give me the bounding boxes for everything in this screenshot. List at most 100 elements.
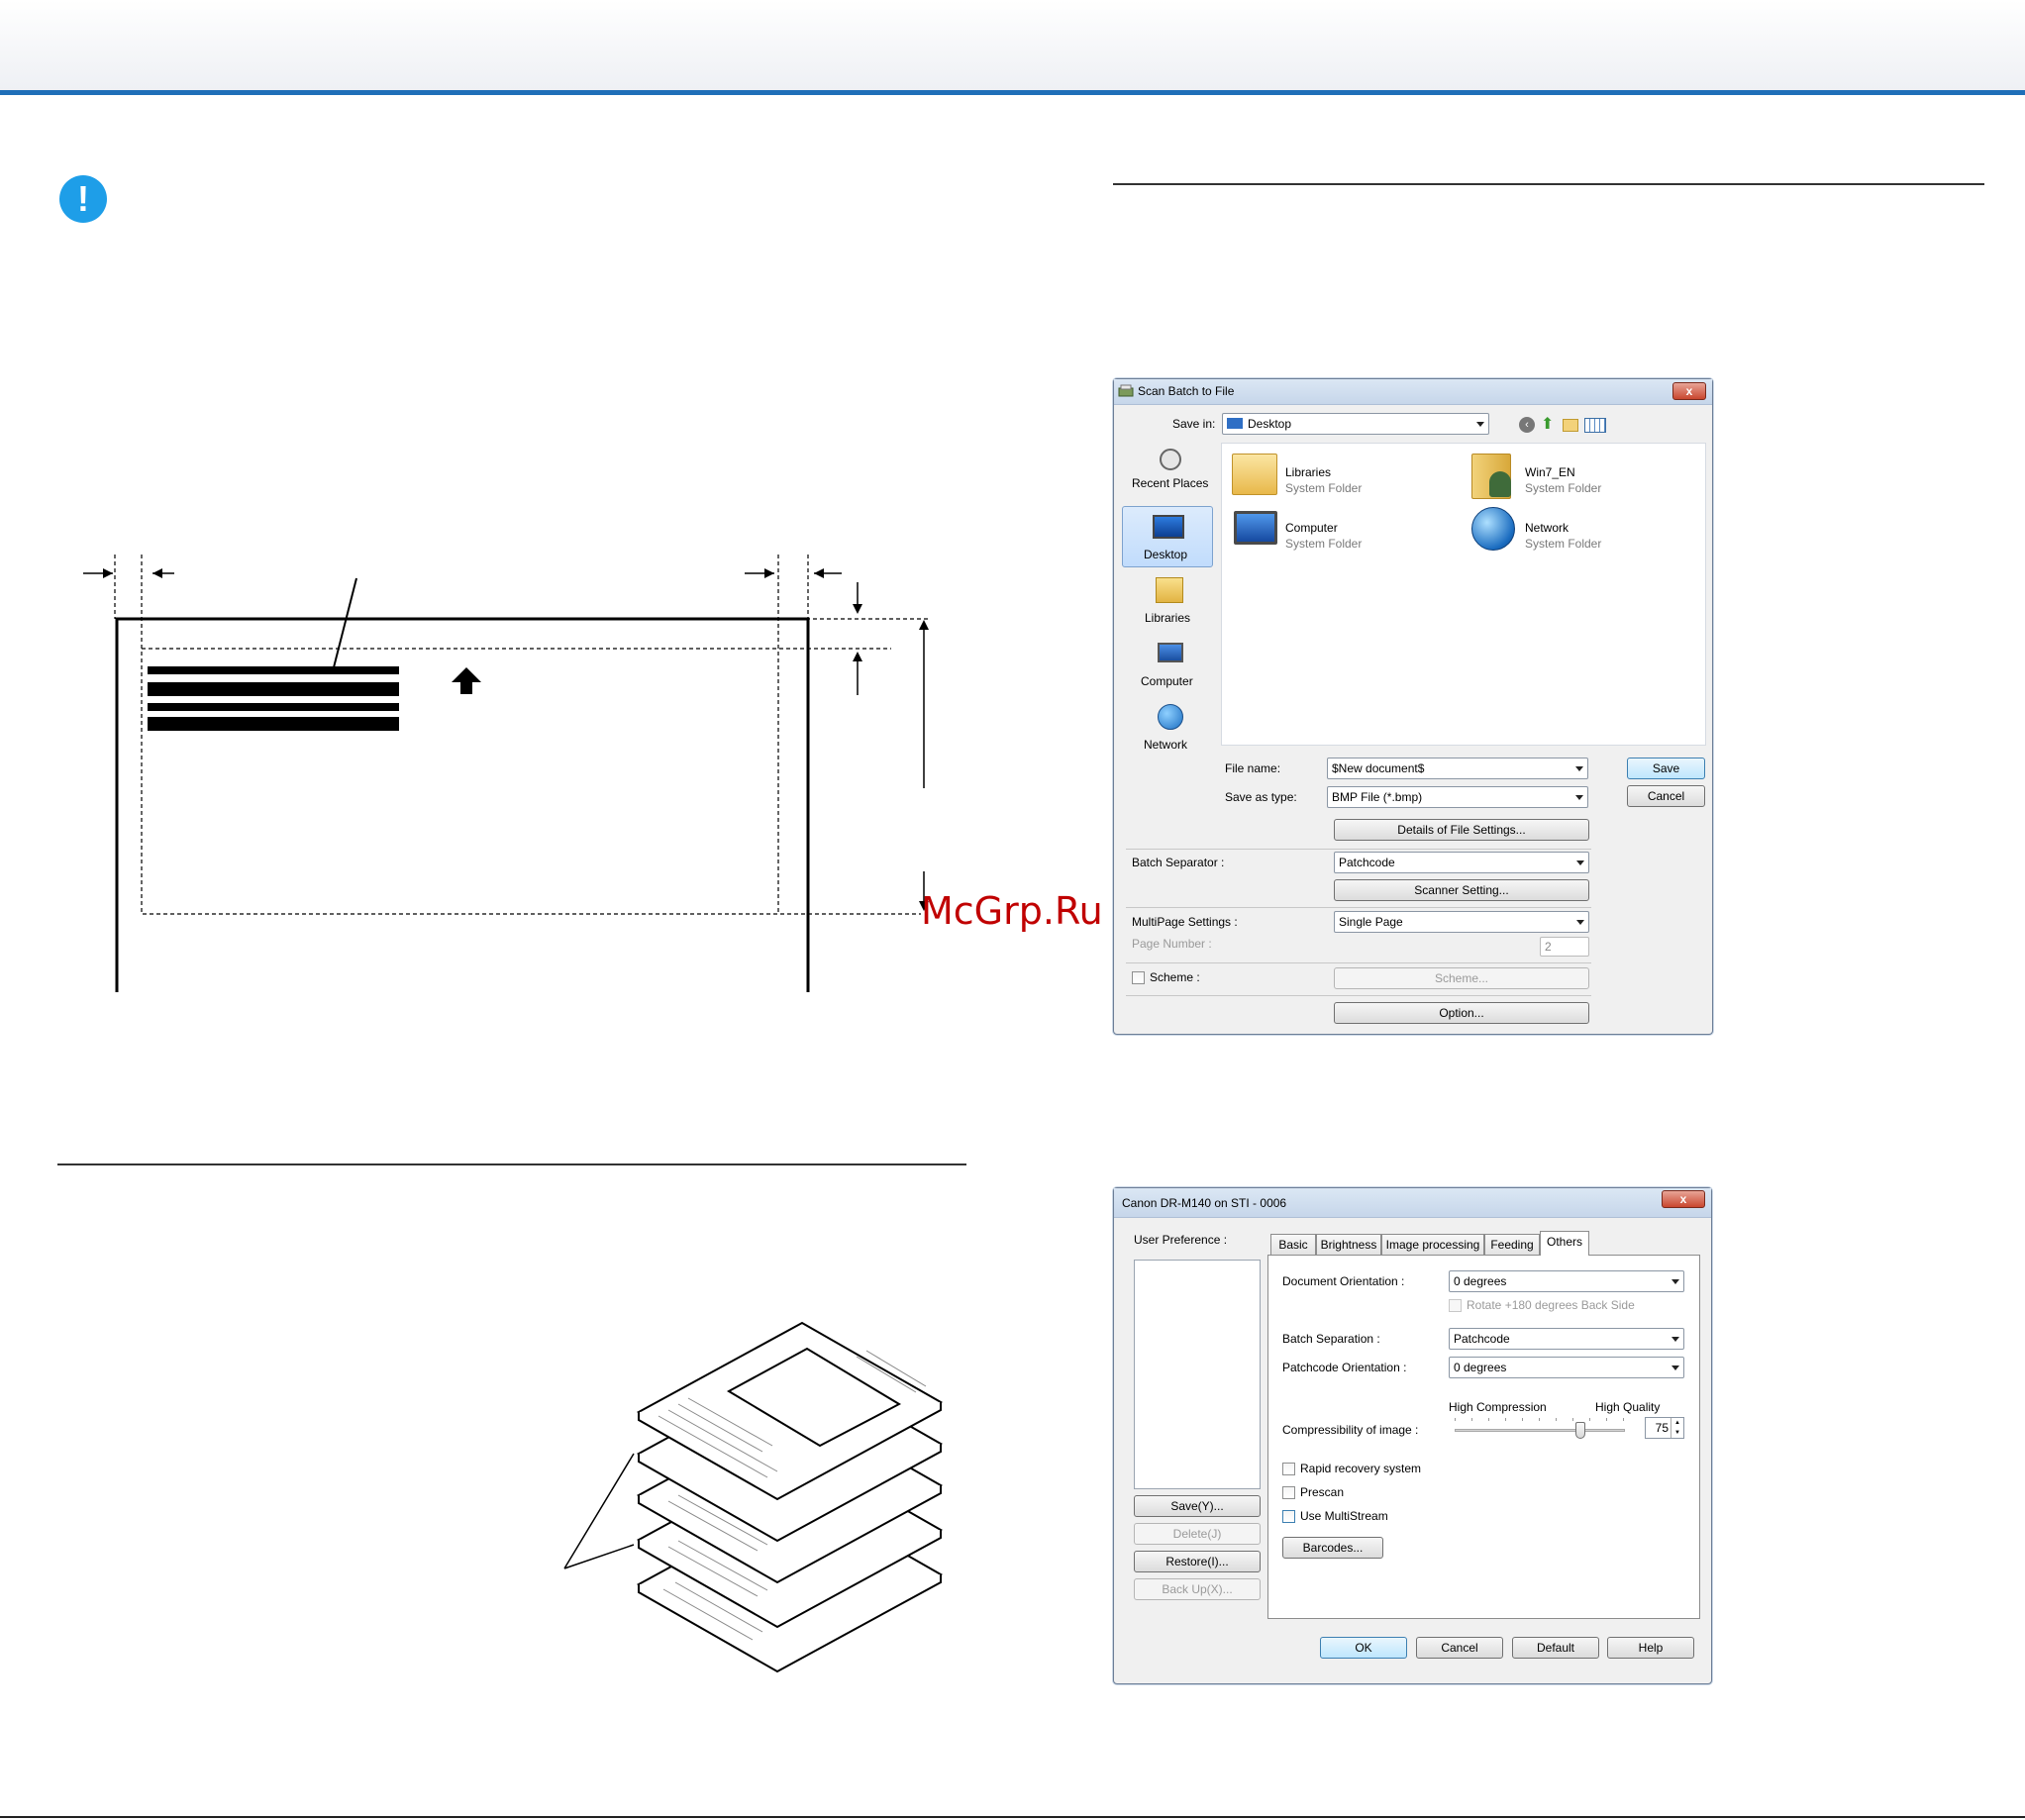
footer-rule (0, 1816, 2025, 1818)
canon-driver-dialog: Canon DR-M140 on STI - 0006 x User Prefe… (1113, 1187, 1712, 1684)
batch-separation-value: Patchcode (1454, 1332, 1510, 1346)
place-network[interactable]: Network (1122, 700, 1217, 759)
place-recent-places[interactable]: Recent Places (1122, 443, 1217, 500)
prescan-label: Prescan (1300, 1485, 1345, 1499)
save-in-value: Desktop (1248, 417, 1292, 431)
restore-preference-button[interactable]: Restore(I)... (1134, 1551, 1261, 1572)
barcodes-button[interactable]: Barcodes... (1282, 1537, 1383, 1559)
batch-separator-select[interactable]: Patchcode (1334, 852, 1589, 873)
file-item-libraries[interactable]: Libraries System Folder (1228, 450, 1456, 501)
section-rule-right (1113, 183, 1984, 185)
prescan-checkbox[interactable] (1282, 1486, 1295, 1499)
new-folder-icon[interactable] (1563, 419, 1578, 432)
item-type: System Folder (1285, 481, 1363, 495)
place-label: Desktop (1144, 548, 1188, 561)
save-preference-button[interactable]: Save(Y)... (1134, 1495, 1261, 1517)
details-of-file-settings-button[interactable]: Details of File Settings... (1334, 819, 1589, 841)
compression-spinbox[interactable]: 75 ▲ ▼ (1645, 1417, 1684, 1439)
batch-separator-value: Patchcode (1339, 856, 1395, 869)
place-computer[interactable]: Computer (1122, 637, 1217, 694)
compression-value: 75 (1655, 1421, 1669, 1435)
place-libraries[interactable]: Libraries (1122, 573, 1217, 631)
item-type: System Folder (1525, 537, 1602, 551)
slider-thumb[interactable] (1574, 1422, 1585, 1439)
scheme-button[interactable]: Scheme... (1334, 967, 1589, 989)
divider (1126, 995, 1591, 996)
libraries-icon (1156, 577, 1183, 603)
multistream-label: Use MultiStream (1300, 1509, 1388, 1523)
scanner-app-icon (1118, 384, 1134, 397)
close-button[interactable]: x (1672, 382, 1706, 400)
dialog-title: Scan Batch to File (1138, 384, 1235, 398)
view-menu-icon[interactable] (1584, 418, 1606, 433)
default-button[interactable]: Default (1512, 1637, 1599, 1659)
scheme-checkbox[interactable] (1132, 971, 1145, 984)
save-in-combo[interactable]: Desktop (1222, 413, 1489, 435)
rotate-back-side-checkbox[interactable] (1449, 1299, 1462, 1312)
patch-sheet-stack-illustration (563, 1321, 944, 1673)
save-button[interactable]: Save (1627, 758, 1705, 779)
file-item-win7-en[interactable]: Win7_EN System Folder (1468, 450, 1695, 501)
cancel-button[interactable]: Cancel (1627, 785, 1705, 807)
place-desktop[interactable]: Desktop (1122, 506, 1213, 567)
save-type-label: Save as type: (1225, 790, 1297, 804)
file-item-network[interactable]: Network System Folder (1468, 505, 1695, 556)
patchcode-position-diagram (83, 555, 931, 992)
rapid-recovery-label: Rapid recovery system (1300, 1462, 1422, 1475)
patchcode-orientation-value: 0 degrees (1454, 1361, 1507, 1374)
tab-feeding[interactable]: Feeding (1484, 1234, 1540, 1255)
tab-brightness[interactable]: Brightness (1316, 1234, 1381, 1255)
tab-image-processing[interactable]: Image processing (1381, 1234, 1484, 1255)
computer-icon (1158, 643, 1183, 662)
rapid-recovery-checkbox[interactable] (1282, 1463, 1295, 1475)
batch-separation-select[interactable]: Patchcode (1449, 1328, 1684, 1350)
tab-others[interactable]: Others (1540, 1231, 1589, 1256)
tab-basic[interactable]: Basic (1270, 1234, 1316, 1255)
save-type-select[interactable]: BMP File (*.bmp) (1327, 786, 1588, 808)
backup-preference-button[interactable]: Back Up(X)... (1134, 1578, 1261, 1600)
user-avatar-icon (1489, 471, 1511, 497)
spin-up-icon[interactable]: ▲ (1671, 1418, 1683, 1428)
document-orientation-value: 0 degrees (1454, 1274, 1507, 1288)
file-name-value: $New document$ (1332, 761, 1425, 775)
item-type: System Folder (1285, 537, 1363, 551)
document-orientation-select[interactable]: 0 degrees (1449, 1270, 1684, 1292)
user-preference-list[interactable] (1134, 1260, 1261, 1489)
help-button[interactable]: Help (1607, 1637, 1694, 1659)
close-button[interactable]: x (1662, 1190, 1705, 1208)
item-type: System Folder (1525, 481, 1602, 495)
save-in-label: Save in: (1172, 417, 1216, 431)
multipage-settings-select[interactable]: Single Page (1334, 911, 1589, 933)
scan-batch-dialog: Scan Batch to File x Save in: Desktop ‹ … (1113, 378, 1713, 1035)
cancel-button[interactable]: Cancel (1416, 1637, 1503, 1659)
back-icon[interactable]: ‹ (1519, 417, 1535, 433)
multipage-value: Single Page (1339, 915, 1403, 929)
page-number-input[interactable]: 2 (1540, 937, 1589, 957)
page-header-band (0, 0, 2025, 91)
file-item-computer[interactable]: Computer System Folder (1228, 505, 1456, 556)
file-list[interactable]: Libraries System Folder Win7_EN System F… (1221, 443, 1706, 746)
ok-button[interactable]: OK (1320, 1637, 1407, 1659)
libraries-folder-icon (1232, 454, 1277, 495)
header-rule (0, 90, 2025, 95)
scanner-setting-button[interactable]: Scanner Setting... (1334, 879, 1589, 901)
spin-down-icon[interactable]: ▼ (1671, 1428, 1683, 1438)
divider (1126, 962, 1591, 963)
patchcode-orientation-select[interactable]: 0 degrees (1449, 1357, 1684, 1378)
divider (1126, 907, 1591, 908)
item-name: Network (1525, 521, 1569, 535)
save-type-value: BMP File (*.bmp) (1332, 790, 1423, 804)
multistream-checkbox[interactable] (1282, 1510, 1295, 1523)
item-name: Computer (1285, 521, 1338, 535)
option-button[interactable]: Option... (1334, 1002, 1589, 1024)
place-label: Network (1144, 738, 1188, 752)
multipage-settings-label: MultiPage Settings : (1132, 915, 1238, 929)
up-folder-icon[interactable]: ⬆ (1541, 416, 1557, 434)
compression-slider[interactable] (1455, 1416, 1625, 1442)
user-preference-label: User Preference : (1134, 1233, 1228, 1247)
desktop-place-icon (1153, 515, 1184, 539)
file-name-input[interactable]: $New document$ (1327, 758, 1588, 779)
others-tab-panel: Document Orientation : 0 degrees Rotate … (1267, 1255, 1700, 1619)
page-number-label: Page Number : (1132, 937, 1212, 951)
delete-preference-button[interactable]: Delete(J) (1134, 1523, 1261, 1545)
